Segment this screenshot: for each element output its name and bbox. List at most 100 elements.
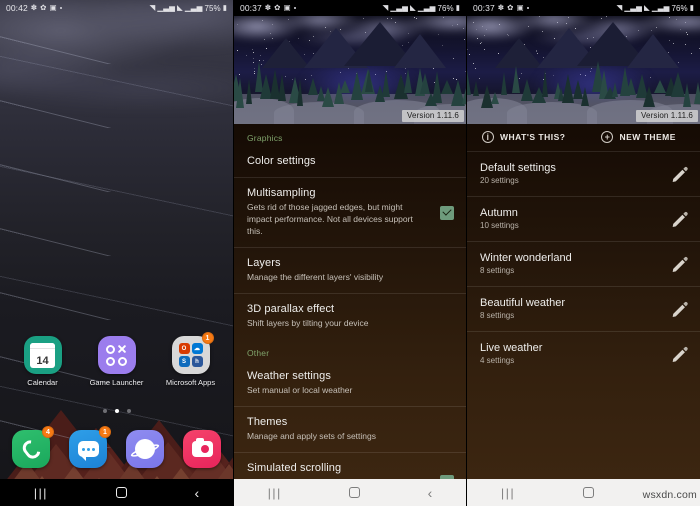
theme-row[interactable]: Live weather 4 settings xyxy=(467,331,700,376)
pine-tree xyxy=(278,74,286,101)
section-header: Graphics xyxy=(247,133,283,143)
star-icon xyxy=(452,77,454,79)
settings-row[interactable]: Multisampling Gets rid of those jagged ed… xyxy=(234,177,466,247)
home-button[interactable] xyxy=(583,487,595,498)
pine-tree xyxy=(382,71,390,97)
page-indicator xyxy=(0,409,233,413)
settings-checkbox[interactable] xyxy=(440,205,454,220)
settings-row-subtitle: Gets rid of those jagged edges, but migh… xyxy=(247,202,413,237)
theme-row[interactable]: Default settings 20 settings xyxy=(467,152,700,196)
app-calendar[interactable]: 14 Calendar xyxy=(14,336,72,387)
new-theme-button[interactable]: + NEW THEME xyxy=(565,131,675,143)
settings-row[interactable]: 3D parallax effect Shift layers by tiltin… xyxy=(234,293,466,339)
preview-mountain xyxy=(495,38,543,68)
x-icon xyxy=(118,345,127,354)
calendar-icon[interactable]: 14 xyxy=(23,336,62,374)
wallpaper-preview[interactable]: Version 1.11.6 xyxy=(467,16,700,124)
pine-tree xyxy=(683,83,691,107)
call-signal-icon: ◣ xyxy=(409,3,416,13)
themes-list[interactable]: i WHAT'S THIS? + NEW THEME Default setti… xyxy=(467,124,700,479)
game-launcher-icon[interactable] xyxy=(97,336,136,374)
status-clock: 00:37 xyxy=(240,3,262,13)
theme-row[interactable]: Winter wonderland 8 settings xyxy=(467,241,700,286)
dot-icon xyxy=(59,7,62,9)
theme-name: Live weather xyxy=(480,342,543,354)
back-button[interactable]: ‹ xyxy=(428,486,433,500)
status-left: 00:37 ✽ ✿ ▣ xyxy=(240,3,296,13)
recents-button[interactable]: ||| xyxy=(268,487,282,499)
back-button[interactable]: ‹ xyxy=(194,486,199,500)
pine-tree xyxy=(340,80,350,93)
pencil-icon[interactable] xyxy=(671,255,689,273)
home-button[interactable] xyxy=(349,487,361,498)
phone-panel-settings: 00:37 ✽ ✿ ▣ ◥ ▁▃▅ ◣ ▁▃▅ 76% ▮ Version 1.… xyxy=(233,0,466,506)
page-dot[interactable] xyxy=(102,409,107,413)
settings-row[interactable]: Layers Manage the different layers' visib… xyxy=(234,247,466,293)
alarm-icon: ✽ xyxy=(264,3,272,13)
theme-actions-bar: i WHAT'S THIS? + NEW THEME xyxy=(467,124,700,152)
settings-list[interactable]: Graphics Color settings Multisampling Gets … xyxy=(234,124,466,479)
settings-row[interactable]: Color settings xyxy=(234,146,466,177)
theme-name: Autumn xyxy=(480,207,518,219)
settings-row-title: Color settings xyxy=(247,155,316,167)
call-signal-icon: ◣ xyxy=(643,3,650,13)
navigation-bar: ||| ‹ xyxy=(234,479,466,506)
app-label: Calendar xyxy=(27,378,58,387)
dock-phone-icon[interactable]: 4 xyxy=(12,426,54,468)
circle-icon xyxy=(106,356,115,366)
whats-this-label: WHAT'S THIS? xyxy=(500,132,566,142)
settings-row[interactable]: Themes Manage and apply sets of settings xyxy=(234,406,466,452)
alarm-icon: ✽ xyxy=(30,3,38,13)
preview-mountain xyxy=(262,38,310,68)
recents-button[interactable]: ||| xyxy=(501,487,515,499)
page-dot[interactable] xyxy=(126,409,131,413)
settings-row-subtitle: Manage the different layers' visibility xyxy=(247,272,384,283)
pencil-icon[interactable] xyxy=(671,300,689,318)
pencil-icon[interactable] xyxy=(671,210,689,228)
pine-tree xyxy=(501,72,507,95)
theme-settings-count: 4 settings xyxy=(480,356,515,365)
pencil-icon[interactable] xyxy=(671,345,689,363)
phone-panel-themes: 00:37 ✽ ✿ ▣ ◥ ▁▃▅ ◣ ▁▃▅ 76% ▮ Version 1.… xyxy=(466,0,700,506)
pine-tree xyxy=(236,78,244,108)
pine-tree xyxy=(473,81,479,96)
settings-row[interactable]: Weather settings Set manual or local weat… xyxy=(234,361,466,406)
folder-microsoft-icon[interactable]: O ☁ S h 1 xyxy=(171,332,214,374)
status-left: 00:37 ✽ ✿ ▣ xyxy=(473,3,529,13)
dock-messages-icon[interactable]: 1 xyxy=(69,426,111,468)
theme-settings-count: 8 settings xyxy=(480,266,515,275)
home-button[interactable] xyxy=(115,487,127,498)
settings-row-title: Weather settings xyxy=(247,370,331,383)
signal2-icon: ▁▃▅ xyxy=(417,3,436,13)
settings-row-title: Multisampling xyxy=(247,187,316,199)
version-badge: Version 1.11.6 xyxy=(402,109,464,122)
pine-tree xyxy=(626,78,636,95)
phone-badge: 4 xyxy=(42,426,54,438)
status-clock: 00:42 xyxy=(6,3,28,13)
app-game-launcher[interactable]: Game Launcher xyxy=(88,336,146,387)
settings-row[interactable]: Simulated scrollingIf your launcher does… xyxy=(234,452,466,479)
theme-name: Winter wonderland xyxy=(480,252,572,264)
recents-button[interactable]: ||| xyxy=(34,487,48,499)
whats-this-button[interactable]: i WHAT'S THIS? xyxy=(467,131,565,143)
status-bar: 00:42 ✽ ✿ ▣ ◥ ▁▃▅ ◣ ▁▃▅ 75% ▮ xyxy=(0,0,233,16)
version-badge: Version 1.11.6 xyxy=(636,109,698,122)
watermark: wsxdn.com xyxy=(642,489,697,501)
screenshot-root: 00:42 ✽ ✿ ▣ ◥ ▁▃▅ ◣ ▁▃▅ 75% ▮ 14 Calenda… xyxy=(0,0,700,506)
battery-label: 76% xyxy=(671,3,688,13)
page-dot-active[interactable] xyxy=(114,409,119,413)
app-microsoft-folder[interactable]: O ☁ S h 1 Microsoft Apps xyxy=(162,332,220,387)
dock: 4 1 xyxy=(0,426,233,468)
theme-row[interactable]: Beautiful weather 8 settings xyxy=(467,286,700,331)
dock-internet-icon[interactable] xyxy=(126,430,164,468)
wallpaper-preview[interactable]: Version 1.11.6 xyxy=(234,16,466,124)
theme-row[interactable]: Autumn 10 settings xyxy=(467,196,700,241)
settings-icon: ✿ xyxy=(507,3,514,13)
status-clock: 00:37 xyxy=(473,3,495,13)
star-icon xyxy=(474,68,476,70)
dock-camera-icon[interactable] xyxy=(183,430,221,468)
circle-icon xyxy=(118,356,127,366)
pencil-icon[interactable] xyxy=(671,165,689,183)
app-label: Game Launcher xyxy=(89,378,144,387)
section-header: Other xyxy=(247,348,270,359)
